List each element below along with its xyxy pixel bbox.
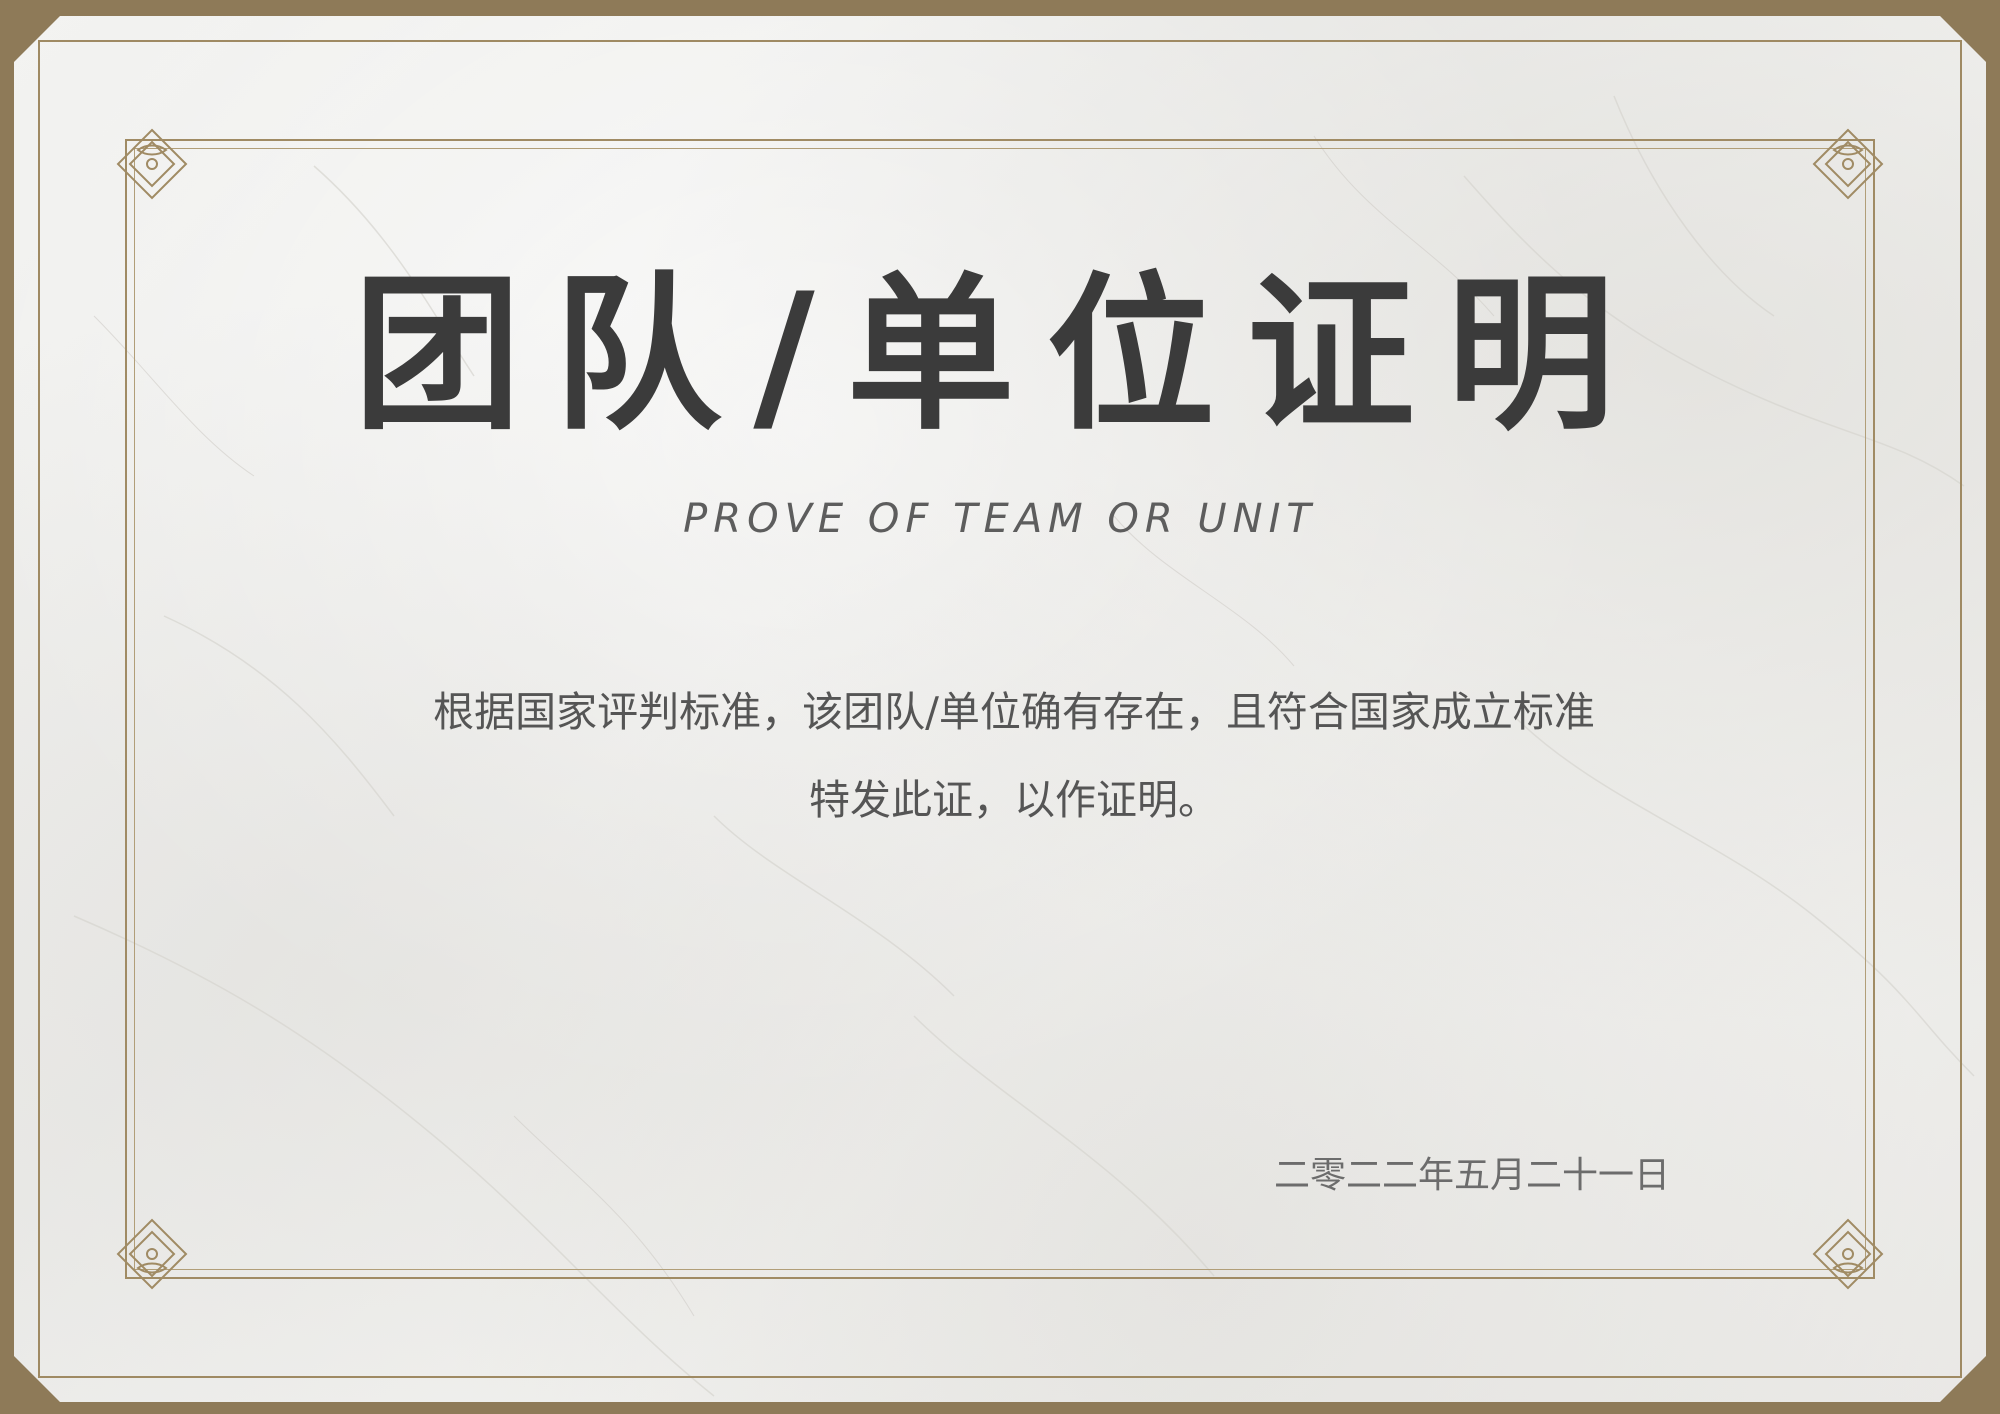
certificate-date: 二零二二年五月二十一日 — [1273, 1155, 1670, 1196]
filigree-corner-icon — [112, 1214, 192, 1294]
certificate-sheet: 团队/单位证明 PROVE OF TEAM OR UNIT 根据国家评判标准，该… — [14, 16, 1986, 1402]
filigree-corner-icon — [1808, 1214, 1888, 1294]
filigree-corner-icon — [112, 124, 192, 204]
filigree-corner-icon — [1808, 124, 1888, 204]
certificate-body-line-1: 根据国家评判标准，该团队/单位确有存在，且符合国家成立标准 — [433, 688, 1595, 736]
certificate-body-line-2: 特发此证，以作证明。 — [809, 776, 1219, 824]
certificate-subtitle: PROVE OF TEAM OR UNIT — [683, 496, 1317, 542]
certificate-title: 团队/单位证明 — [353, 257, 1647, 453]
